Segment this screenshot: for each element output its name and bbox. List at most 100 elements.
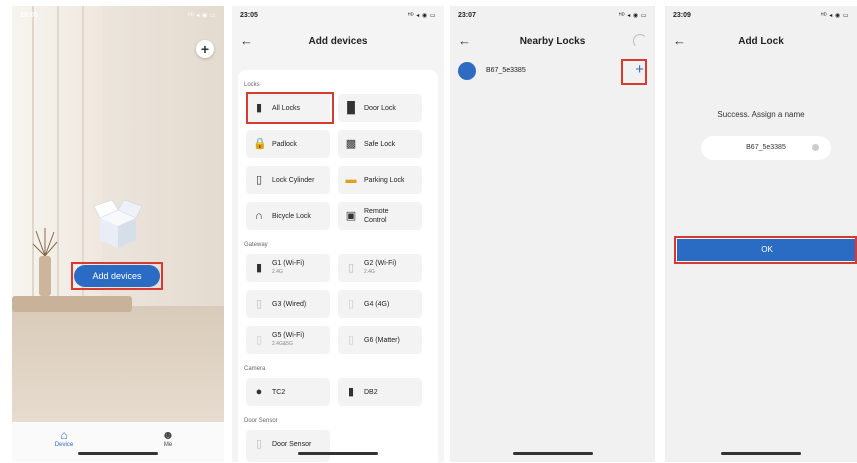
nearby-locks-screen: 23:07 ᴴᴰ ◂ ◉ ▭ ← Nearby Locks B67_5e3385…: [450, 6, 655, 462]
page-title: Add Lock: [738, 36, 784, 47]
padlock-icon: 🔒: [253, 138, 267, 150]
device-bicycle-lock[interactable]: ∩ Bicycle Lock: [246, 202, 330, 230]
device-label: Safe Lock: [364, 141, 396, 148]
status-time: 23:07: [458, 12, 476, 19]
camera-icon: ●: [255, 386, 263, 398]
device-g6[interactable]: ▯ G6 (Matter): [338, 326, 422, 354]
g4-icon: ▯: [347, 298, 355, 310]
device-label: Parking Lock: [364, 177, 405, 184]
section-camera: Camera: [244, 366, 266, 372]
highlight-box: [71, 262, 163, 290]
g3-icon: ▯: [255, 298, 263, 310]
status-time: 23:05: [20, 12, 38, 19]
door-lock-icon: █: [347, 102, 355, 114]
home-screen: 23:05 ᴴᴰ ◂ ◉ ▭ + Add devices ⌂ Device ☻ …: [12, 6, 224, 462]
lock-name: B67_5e3385: [486, 67, 526, 74]
door-sensor-icon: ▯: [255, 438, 263, 450]
add-lock-screen: 23:09 ᴴᴰ ◂ ◉ ▭ ← Add Lock Success. Assig…: [665, 6, 857, 462]
remote-icon: ▣: [345, 210, 357, 222]
device-label: Door Sensor: [272, 441, 312, 448]
vase-decoration: [32, 228, 58, 296]
device-g4[interactable]: ▯ G4 (4G): [338, 290, 422, 318]
device-tc2[interactable]: ● TC2: [246, 378, 330, 406]
home-indicator: [721, 452, 801, 455]
g1-icon: ▮: [255, 262, 263, 274]
device-safe-lock[interactable]: ▩ Safe Lock: [338, 130, 422, 158]
device-g1[interactable]: ▮ G1 (Wi-Fi) 2.4G: [246, 254, 330, 282]
device-g5[interactable]: ▯ G5 (Wi-Fi) 2.4G&5G: [246, 326, 330, 354]
nav-bar: ← Nearby Locks: [450, 30, 655, 54]
device-label: G5 (Wi-Fi): [272, 332, 305, 339]
device-padlock[interactable]: 🔒 Padlock: [246, 130, 330, 158]
status-bar: 23:05 ᴴᴰ ◂ ◉ ▭: [232, 6, 444, 26]
device-label: DB2: [364, 389, 378, 396]
status-time: 23:09: [673, 12, 691, 19]
cylinder-icon: ▯: [255, 174, 263, 186]
highlight-box: [674, 236, 857, 264]
device-label: G2 (Wi-Fi): [364, 260, 397, 267]
tab-device[interactable]: ⌂ Device: [44, 428, 84, 448]
device-label: TC2: [272, 389, 286, 396]
device-label: Door Lock: [364, 105, 396, 112]
device-label: Remote Control: [364, 208, 389, 224]
nav-bar: ← Add Lock: [665, 30, 857, 54]
device-door-lock[interactable]: █ Door Lock: [338, 94, 422, 122]
page-title: Add devices: [308, 36, 368, 47]
loading-spinner-icon: [633, 34, 647, 48]
tab-me-label: Me: [163, 442, 173, 448]
device-g3[interactable]: ▯ G3 (Wired): [246, 290, 330, 318]
highlight-box: [246, 92, 334, 124]
device-label: G4 (4G): [364, 301, 390, 308]
safe-lock-icon: ▩: [345, 138, 357, 150]
page-title: Nearby Locks: [519, 36, 586, 47]
status-time: 23:05: [240, 12, 258, 19]
tab-me[interactable]: ☻ Me: [148, 428, 188, 448]
device-label: Padlock: [272, 141, 297, 148]
status-icons: ᴴᴰ ◂ ◉ ▭: [407, 13, 436, 19]
device-label: G3 (Wired): [272, 301, 307, 308]
doorbell-icon: ▮: [347, 386, 355, 398]
status-bar: 23:05 ᴴᴰ ◂ ◉ ▭: [12, 6, 224, 26]
section-locks: Locks: [244, 82, 260, 88]
status-bar: 23:09 ᴴᴰ ◂ ◉ ▭: [665, 6, 857, 26]
device-remote-control[interactable]: ▣ Remote Control: [338, 202, 422, 230]
lock-name-field[interactable]: B67_5e3385: [701, 136, 831, 160]
g6-icon: ▯: [347, 334, 355, 346]
parking-lock-icon: ▬: [345, 174, 357, 186]
device-g2[interactable]: ▯ G2 (Wi-Fi) 2.4G: [338, 254, 422, 282]
success-message: Success. Assign a name: [717, 110, 805, 119]
device-sublabel: 2.4G: [272, 269, 283, 275]
status-icons: ᴴᴰ ◂ ◉ ▭: [820, 13, 849, 19]
person-icon: ☻: [161, 428, 175, 442]
section-gateway: Gateway: [244, 242, 268, 248]
device-label: Lock Cylinder: [272, 177, 315, 184]
device-label: Bicycle Lock: [272, 213, 311, 220]
tutorial-stage: 23:05 ᴴᴰ ◂ ◉ ▭ + Add devices ⌂ Device ☻ …: [0, 0, 857, 463]
section-door-sensor: Door Sensor: [244, 418, 278, 424]
status-bar: 23:07 ᴴᴰ ◂ ◉ ▭: [450, 6, 655, 26]
add-devices-screen: 23:05 ᴴᴰ ◂ ◉ ▭ ← Add devices Locks ▮ All…: [232, 6, 444, 462]
lock-avatar: [458, 62, 476, 80]
device-lock-cylinder[interactable]: ▯ Lock Cylinder: [246, 166, 330, 194]
device-label: G1 (Wi-Fi): [272, 260, 305, 267]
clear-icon[interactable]: [812, 144, 819, 151]
plus-icon[interactable]: +: [196, 40, 214, 58]
device-label: G6 (Matter): [364, 337, 400, 344]
status-icons: ᴴᴰ ◂ ◉ ▭: [187, 13, 216, 19]
device-sublabel: 2.4G&5G: [272, 341, 293, 347]
room-floor: [12, 306, 224, 422]
home-indicator: [298, 452, 378, 455]
status-icons: ᴴᴰ ◂ ◉ ▭: [618, 13, 647, 19]
bottom-tab-bar: ⌂ Device ☻ Me: [12, 422, 224, 462]
nav-bar: ← Add devices: [232, 30, 444, 54]
g2-icon: ▯: [347, 262, 355, 274]
home-indicator: [512, 452, 593, 455]
home-icon: ⌂: [60, 428, 68, 442]
coffee-table: [12, 296, 132, 312]
tab-device-label: Device: [54, 442, 74, 448]
device-db2[interactable]: ▮ DB2: [338, 378, 422, 406]
highlight-box: [621, 59, 647, 85]
bicycle-lock-icon: ∩: [255, 210, 263, 222]
device-parking-lock[interactable]: ▬ Parking Lock: [338, 166, 422, 194]
device-door-sensor[interactable]: ▯ Door Sensor: [246, 430, 330, 462]
